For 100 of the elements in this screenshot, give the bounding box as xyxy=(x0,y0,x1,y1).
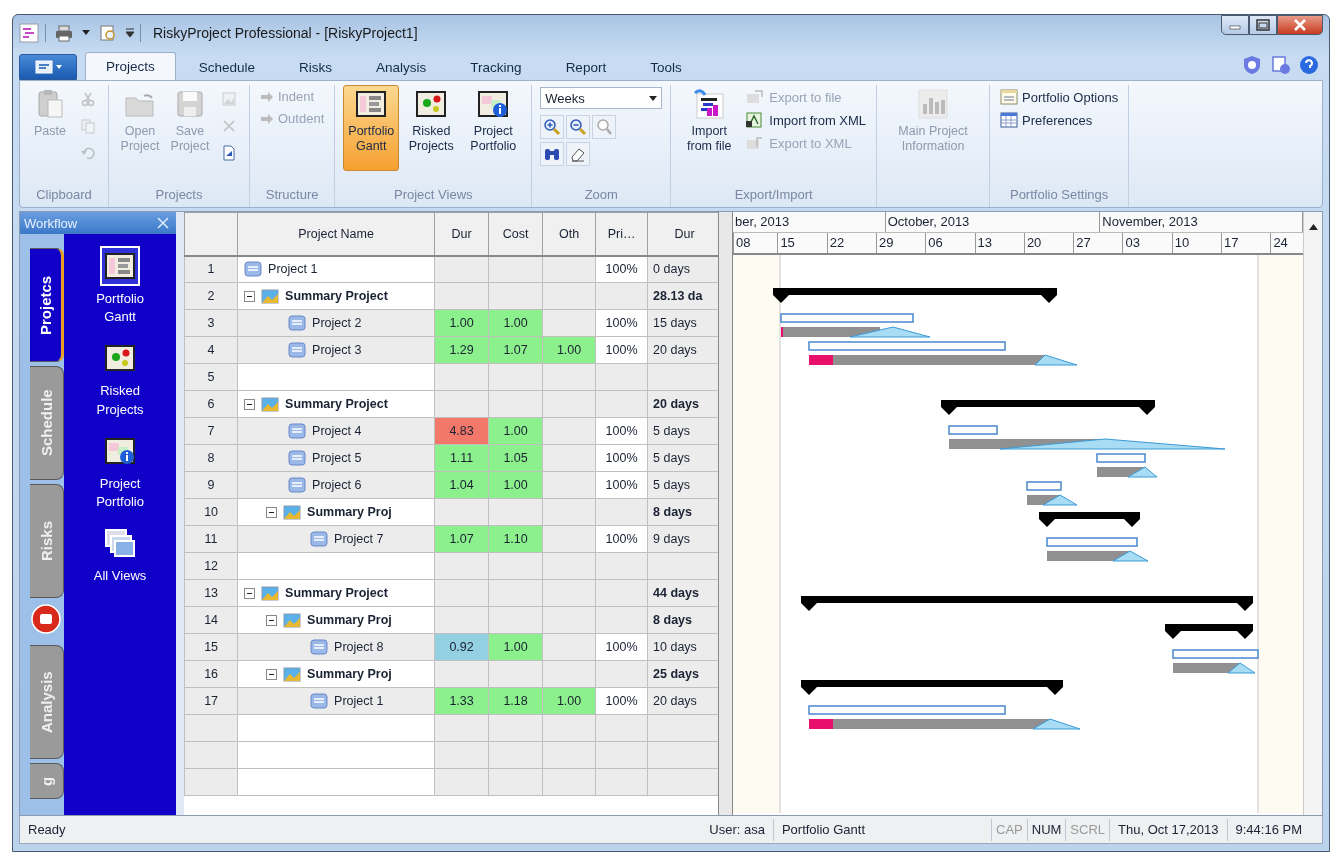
day-label: 17 xyxy=(1221,233,1239,253)
summary-folder-icon xyxy=(283,504,302,520)
panel-title: Workflow xyxy=(24,215,78,231)
table-cell: 25 days xyxy=(647,660,719,688)
collapse-icon[interactable] xyxy=(244,587,256,599)
ribbon-button[interactable]: Portfolio Gantt xyxy=(343,85,400,171)
status-date: Thu, Oct 17,2013 xyxy=(1109,818,1227,841)
row-number: 4 xyxy=(184,336,238,364)
splitter[interactable] xyxy=(718,212,734,815)
ribbon-tab[interactable]: Report xyxy=(544,54,628,80)
window-title: RiskyProject Professional - [RiskyProject1] xyxy=(153,24,418,41)
zoom-dropdown[interactable]: Weeks xyxy=(540,87,663,109)
column-header[interactable]: Cost xyxy=(488,212,543,256)
column-header[interactable]: Dur xyxy=(647,212,719,256)
ribbon-tab[interactable]: Schedule xyxy=(177,54,277,80)
ribbon-button[interactable]: Import from file xyxy=(679,85,740,171)
collapse-icon[interactable] xyxy=(266,668,278,680)
copy-icon xyxy=(80,118,96,134)
undo-icon xyxy=(80,145,96,161)
column-header[interactable]: Project Name xyxy=(237,212,435,256)
ribbon-button[interactable]: Import from XML xyxy=(743,110,869,130)
project-icon xyxy=(288,342,307,358)
row-number: 11 xyxy=(184,525,238,553)
toolbar-button[interactable] xyxy=(566,142,591,166)
collapse-icon[interactable] xyxy=(244,290,256,302)
distribution-triangle xyxy=(1042,494,1078,506)
view-item[interactable]: Project Portfolio xyxy=(82,430,159,512)
project-icon xyxy=(288,477,307,493)
ribbon-button[interactable]: Risked Projects xyxy=(403,85,460,171)
distribution-triangle xyxy=(1127,466,1158,478)
day-label: 20 xyxy=(1023,233,1042,253)
group-label: Export/Import xyxy=(733,186,814,204)
project-name: Project 4 xyxy=(312,424,362,438)
collapse-icon[interactable] xyxy=(266,614,278,626)
row-number: 6 xyxy=(184,390,238,418)
column-header[interactable]: Pri… xyxy=(595,212,648,256)
toolbar-button[interactable] xyxy=(540,115,565,139)
caret-icon xyxy=(82,30,90,35)
project-icon xyxy=(310,639,329,655)
gantt-icon xyxy=(104,250,137,282)
summary-folder-icon xyxy=(261,288,280,304)
caret-icon xyxy=(649,95,658,101)
maximize-button[interactable] xyxy=(1249,15,1277,35)
ribbon-tab[interactable]: Risks xyxy=(278,54,354,80)
ribbon-tab[interactable]: Tools xyxy=(629,54,703,80)
delete-icon xyxy=(221,118,237,134)
project-name: Summary Project xyxy=(285,289,388,303)
day-label: 13 xyxy=(974,233,993,253)
ribbon-button[interactable]: Preferences xyxy=(998,110,1121,130)
toolbar-button[interactable] xyxy=(540,142,565,166)
table-cell: 5 days xyxy=(647,471,719,499)
project-icon xyxy=(288,315,307,331)
customize-icon xyxy=(126,27,134,38)
row-number: 10 xyxy=(184,498,238,526)
user-label: User: asa xyxy=(708,822,766,837)
collapse-icon[interactable] xyxy=(266,506,278,518)
up-arrow-icon xyxy=(1308,224,1318,230)
row-number: 1 xyxy=(184,255,238,283)
table-cell: 20 days xyxy=(647,390,719,418)
application-menu-button[interactable] xyxy=(19,54,77,80)
image-icon xyxy=(221,91,237,107)
minimize-button[interactable] xyxy=(1221,15,1249,35)
distribution-triangle xyxy=(1034,354,1078,366)
side-tab[interactable]: Projetcs xyxy=(30,248,64,362)
project-name: Summary Project xyxy=(285,586,388,600)
row-number: 12 xyxy=(184,552,238,580)
group-label: Project Views xyxy=(393,186,474,204)
right-arrow-icon xyxy=(260,89,274,104)
row-number: 5 xyxy=(184,363,238,391)
project-name: Project 7 xyxy=(334,532,384,546)
document-icon xyxy=(221,145,237,161)
project-name: Project 8 xyxy=(334,640,384,654)
ribbon-button[interactable]: Project Portfolio xyxy=(463,85,524,171)
collapse-icon[interactable] xyxy=(244,398,256,410)
table-cell: 5 days xyxy=(647,417,719,445)
close-button[interactable] xyxy=(1277,15,1323,35)
zoom-out-icon xyxy=(569,118,588,136)
table-cell: 20 days xyxy=(647,687,719,715)
zoom-in-icon xyxy=(543,118,562,136)
ribbon-tab[interactable]: Tracking xyxy=(449,54,543,80)
group-label: Clipboard xyxy=(35,186,93,204)
view-item[interactable]: All Views xyxy=(82,523,159,586)
ribbon-tab[interactable]: Analysis xyxy=(355,54,448,80)
view-item[interactable]: Risked Projects xyxy=(82,338,159,419)
toolbar-button[interactable] xyxy=(566,115,591,139)
close-icon xyxy=(156,216,171,230)
planned-bar xyxy=(1096,453,1146,463)
summary-folder-icon xyxy=(283,666,302,682)
column-header[interactable]: Dur xyxy=(434,212,489,256)
project-name: Summary Proj xyxy=(307,505,392,519)
day-label: 10 xyxy=(1171,233,1190,253)
project-icon xyxy=(288,423,307,439)
view-item[interactable]: Portfolio Gantt xyxy=(82,246,159,327)
ribbon-button[interactable]: Portfolio Options xyxy=(998,87,1121,107)
group-label: Zoom xyxy=(583,186,619,204)
windows-stack-icon xyxy=(104,527,137,560)
ribbon-tab[interactable]: Projects xyxy=(85,52,176,80)
column-header[interactable]: Oth xyxy=(542,212,596,256)
help-shield-icon xyxy=(1241,55,1263,75)
search-icon xyxy=(595,118,614,136)
